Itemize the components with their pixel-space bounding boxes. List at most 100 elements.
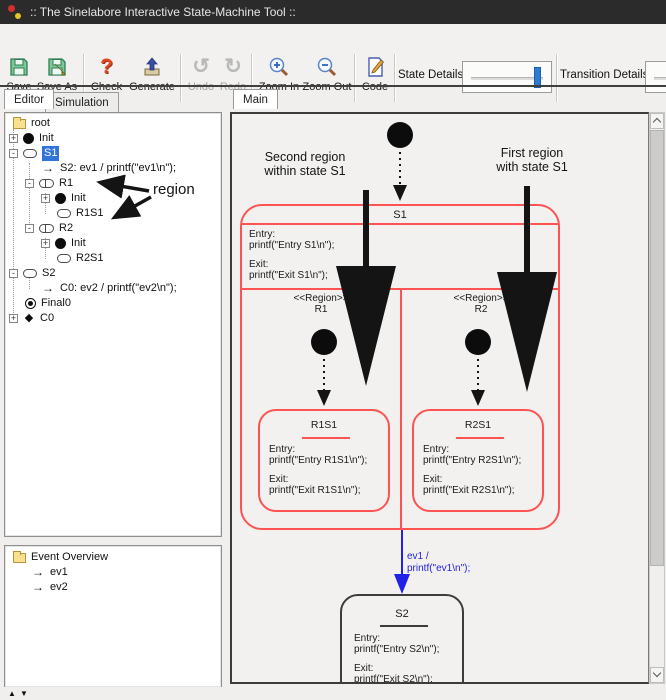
transition-icon: → xyxy=(41,281,55,296)
initial-state-top[interactable] xyxy=(387,122,413,148)
event-overview-title: Event Overview xyxy=(31,550,108,565)
transition-details-label: Transition Details xyxy=(560,69,648,81)
collapse-icon[interactable]: - xyxy=(25,224,34,233)
splitter-down-icon[interactable]: ▼ xyxy=(20,687,28,700)
toolbar-separator xyxy=(394,54,396,102)
entry-label: Entry: xyxy=(354,633,439,644)
tree-item-label: root xyxy=(31,116,50,131)
tab-editor[interactable]: Editor xyxy=(4,89,54,109)
tree-item-label: Init xyxy=(71,236,86,251)
tab-main[interactable]: Main xyxy=(233,89,278,109)
state-icon xyxy=(23,269,37,278)
app-window: { "window": { "title": ":: The Sinelabor… xyxy=(0,0,666,700)
exit-label: Exit: xyxy=(269,474,367,485)
tree-item-label: S2: ev1 / printf("ev1\n"); xyxy=(60,161,176,176)
transition-action-text: printf("ev1\n"); xyxy=(407,563,470,575)
splitter-up-icon[interactable]: ▲ xyxy=(8,687,16,700)
region-icon xyxy=(39,224,54,233)
canvas-vertical-scrollbar[interactable] xyxy=(649,112,665,684)
generate-button[interactable]: Generate xyxy=(126,51,178,105)
diagram-canvas[interactable]: S1 Entry: printf("Entry S1\n"); Exit: pr… xyxy=(230,112,649,684)
s1-region-separator xyxy=(400,288,402,528)
toolbar-separator xyxy=(556,54,558,102)
tree-item-root[interactable]: root xyxy=(5,116,221,131)
final-state-icon xyxy=(25,298,36,309)
r2s1-title-underline xyxy=(456,437,504,439)
zoom-out-button[interactable]: Zoom Out xyxy=(303,51,351,105)
tree-item-label: Final0 xyxy=(41,296,71,311)
tree-item-s2[interactable]: - S2 xyxy=(5,266,221,281)
tree-item-init[interactable]: + Init xyxy=(5,131,221,146)
r1s1-title-underline xyxy=(302,437,350,439)
transition-icon: → xyxy=(41,161,55,176)
state-r2s1[interactable]: R2S1 Entry: printf("Entry R2S1\n"); Exit… xyxy=(412,409,544,512)
save-icon xyxy=(8,54,30,80)
state-details-slider[interactable] xyxy=(462,61,552,93)
event-overview-root[interactable]: Event Overview xyxy=(5,550,221,565)
annotation-first-region: First region with state S1 xyxy=(472,146,592,174)
state-s2[interactable]: S2 Entry: printf("Entry S2\n"); Exit: pr… xyxy=(340,594,464,684)
region-stereotype: <<Region>> xyxy=(242,293,400,304)
exit-code: printf("Exit S1\n"); xyxy=(249,270,334,281)
initial-state-icon xyxy=(55,193,66,204)
region-stereotype: <<Region>> xyxy=(402,293,560,304)
annotation-line: Second region xyxy=(242,150,368,164)
expand-icon[interactable]: + xyxy=(41,194,50,203)
exit-label: Exit: xyxy=(423,474,521,485)
tab-simulation[interactable]: Simulation xyxy=(45,92,119,112)
scrollbar-thumb[interactable] xyxy=(650,130,664,566)
tree-item-s2-transition[interactable]: → C0: ev2 / printf("ev2\n"); xyxy=(5,281,221,296)
tree-item-r2-init[interactable]: + Init xyxy=(5,236,221,251)
toolbar: Save Save As ? Check Generate ↺ Undo ↻ R… xyxy=(0,24,666,85)
tree-item-s1-transition[interactable]: → S2: ev1 / printf("ev1\n"); xyxy=(5,161,221,176)
expand-icon[interactable]: + xyxy=(9,314,18,323)
tree-item-label: R1 xyxy=(59,176,73,191)
slider-track xyxy=(471,77,543,80)
code-button[interactable]: Code xyxy=(358,51,392,105)
tree-item-label: Init xyxy=(39,131,54,146)
event-item-ev2[interactable]: → ev2 xyxy=(5,580,221,595)
undo-button[interactable]: ↺ Undo xyxy=(185,51,217,105)
model-tree-panel: root + Init - S1 → S2: ev1 / printf("ev1… xyxy=(4,112,222,537)
tree-item-label: C0: ev2 / printf("ev2\n"); xyxy=(60,281,177,296)
collapse-icon[interactable]: - xyxy=(9,149,18,158)
initial-state-icon xyxy=(23,133,34,144)
event-label: ev1 xyxy=(50,565,68,580)
tree-item-r2[interactable]: - R2 xyxy=(5,221,221,236)
expand-icon[interactable]: + xyxy=(41,239,50,248)
undo-icon: ↺ xyxy=(192,54,210,80)
app-icon xyxy=(7,4,23,20)
transition-details-slider[interactable] xyxy=(645,61,666,93)
scroll-up-button[interactable] xyxy=(650,113,664,129)
entry-label: Entry: xyxy=(269,444,367,455)
s1-behavior-text: Entry: printf("Entry S1\n"); Exit: print… xyxy=(249,229,334,281)
tree-item-s1[interactable]: - S1 xyxy=(5,146,221,161)
collapse-icon[interactable]: - xyxy=(25,179,34,188)
tree-item-final0[interactable]: Final0 xyxy=(5,296,221,311)
region-icon xyxy=(39,179,54,188)
event-item-ev1[interactable]: → ev1 xyxy=(5,565,221,580)
transition-ev1-label[interactable]: ev1 / printf("ev1\n"); xyxy=(407,551,470,575)
check-icon: ? xyxy=(100,54,113,80)
folder-icon xyxy=(13,119,26,129)
event-icon: → xyxy=(31,565,45,580)
state-r2s1-title: R2S1 xyxy=(414,419,542,431)
window-title: :: The Sinelabore Interactive State-Mach… xyxy=(30,5,296,19)
exit-label: Exit: xyxy=(249,259,334,270)
collapse-icon[interactable]: - xyxy=(9,269,18,278)
scroll-down-button[interactable] xyxy=(650,667,664,683)
zoom-out-icon xyxy=(316,54,338,80)
region-name: R2 xyxy=(402,304,560,315)
state-r1s1[interactable]: R1S1 Entry: printf("Entry R1S1\n"); Exit… xyxy=(258,409,390,512)
entry-code: printf("Entry S1\n"); xyxy=(249,240,334,251)
tree-item-r2s1[interactable]: R2S1 xyxy=(5,251,221,266)
annotation-line: with state S1 xyxy=(472,160,592,174)
state-s2-title: S2 xyxy=(342,608,462,620)
expand-icon[interactable]: + xyxy=(9,134,18,143)
s2-title-underline xyxy=(380,625,428,627)
tree-item-c0[interactable]: + ◆ C0 xyxy=(5,311,221,326)
tree-item-r1s1[interactable]: R1S1 xyxy=(5,206,221,221)
app-icon-red-dot xyxy=(8,5,15,12)
tree-item-label: R2S1 xyxy=(76,251,104,266)
save-as-icon xyxy=(46,54,68,80)
